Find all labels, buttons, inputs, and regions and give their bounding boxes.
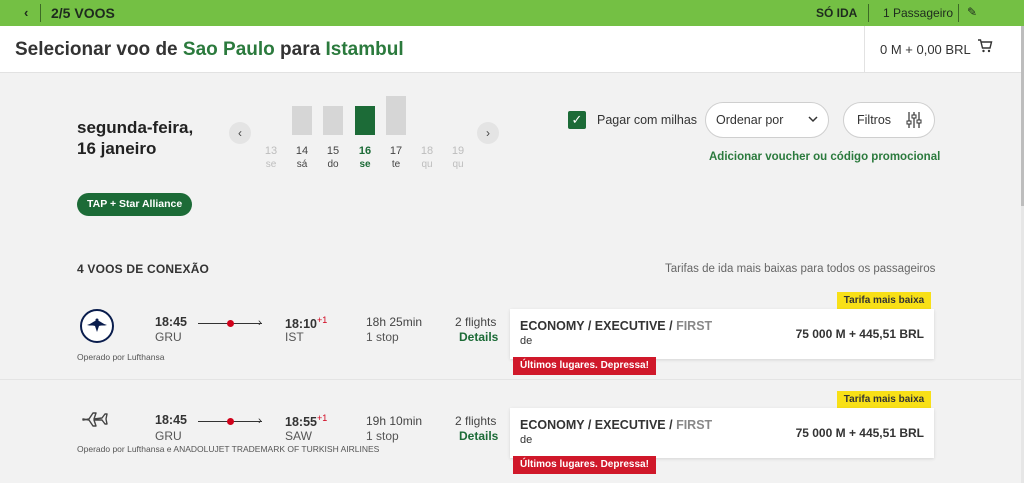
chevron-right-icon[interactable]: › bbox=[477, 122, 499, 144]
cart-summary[interactable]: 0 M + 0,00 BRL bbox=[864, 26, 1021, 73]
miles-checkbox[interactable]: ✓ bbox=[568, 111, 586, 129]
divider bbox=[40, 4, 41, 22]
details-link[interactable]: Details bbox=[459, 330, 498, 344]
duration: 19h 10min bbox=[366, 414, 423, 428]
day-15[interactable]: 15 do bbox=[318, 145, 348, 171]
chevron-down-icon bbox=[808, 103, 818, 150]
page-header: Selecionar voo de Sao Paulo para Istambu… bbox=[0, 26, 1021, 73]
origin-city: Sao Paulo bbox=[182, 39, 275, 60]
date-day: 16 janeiro bbox=[77, 139, 157, 158]
departure-time: 18:45 bbox=[155, 315, 187, 329]
departure-code: GRU bbox=[155, 429, 182, 443]
day-17[interactable]: 17 te bbox=[381, 145, 411, 171]
pencil-icon[interactable]: ✎ bbox=[967, 5, 977, 19]
flight-row[interactable]: Operado por Lufthansa e ANADOLUJET TRADE… bbox=[0, 382, 1021, 474]
operated-by: Operado por Lufthansa e ANADOLUJET TRADE… bbox=[77, 444, 380, 454]
flight-row[interactable]: Operado por Lufthansa 18:45 GRU › 18:10+… bbox=[0, 290, 1021, 380]
fare-price: 75 000 M + 445,51 BRL bbox=[795, 426, 924, 440]
last-seats-badge: Últimos lugares. Depressa! bbox=[513, 456, 656, 474]
airplane-icon bbox=[79, 400, 115, 436]
divider bbox=[958, 4, 959, 22]
promo-code-link[interactable]: Adicionar voucher ou código promocional bbox=[709, 151, 940, 163]
day-16[interactable]: 16 se bbox=[350, 145, 380, 171]
route-line: › bbox=[198, 317, 270, 330]
sliders-icon bbox=[906, 103, 922, 150]
lowest-fare-badge: Tarifa mais baixa bbox=[837, 391, 931, 408]
results-note: Tarifas de ida mais baixas para todos os… bbox=[665, 263, 936, 275]
cart-total: 0 M + 0,00 BRL bbox=[880, 42, 971, 57]
title-prefix: Selecionar voo de bbox=[15, 39, 183, 60]
duration: 18h 25min bbox=[366, 315, 423, 329]
cart-icon[interactable] bbox=[977, 38, 993, 59]
date-weekday: segunda-feira, bbox=[77, 118, 194, 137]
sort-dropdown[interactable]: Ordenar por bbox=[705, 102, 829, 138]
alliance-tag: TAP + Star Alliance bbox=[77, 193, 193, 216]
filters-button[interactable]: Filtros bbox=[843, 102, 935, 138]
fare-card[interactable]: ECONOMY / EXECUTIVE / FIRST de 75 000 M … bbox=[510, 408, 934, 458]
flights-count: 2 flights bbox=[455, 315, 497, 329]
arrival-code: IST bbox=[285, 330, 304, 344]
flights-count: 2 flights bbox=[455, 414, 497, 428]
fare-from: de bbox=[520, 335, 533, 347]
fare-from: de bbox=[520, 434, 533, 446]
day-13: 13 se bbox=[264, 145, 278, 170]
miles-label[interactable]: Pagar com milhas bbox=[597, 113, 697, 127]
day-18: 18 qu bbox=[420, 145, 434, 170]
top-bar: ‹ 2/5 VOOS SÓ IDA 1 Passageiro ✎ bbox=[0, 0, 1024, 26]
lowest-fare-badge: Tarifa mais baixa bbox=[837, 292, 931, 309]
fare-classes: ECONOMY / EXECUTIVE / FIRST bbox=[520, 319, 713, 333]
passengers-count[interactable]: 1 Passageiro bbox=[883, 6, 953, 20]
chevron-left-icon[interactable]: ‹ bbox=[24, 5, 28, 20]
filters-label: Filtros bbox=[857, 113, 892, 127]
fare-classes: ECONOMY / EXECUTIVE / FIRST bbox=[520, 418, 713, 432]
destination-city: Istambul bbox=[325, 39, 404, 60]
results-title: 4 VOOS DE CONEXÃO bbox=[77, 262, 210, 276]
arrival-time: 18:10+1 bbox=[285, 315, 328, 332]
page-title: Selecionar voo de Sao Paulo para Istambu… bbox=[15, 39, 404, 61]
details-link[interactable]: Details bbox=[459, 429, 498, 443]
stop-dot bbox=[227, 418, 234, 425]
price-bar-17[interactable] bbox=[386, 96, 406, 135]
operated-by: Operado por Lufthansa bbox=[77, 352, 165, 362]
sort-label: Ordenar por bbox=[716, 113, 784, 127]
arrival-code: SAW bbox=[285, 429, 312, 443]
departure-time: 18:45 bbox=[155, 413, 187, 427]
day-offset: +1 bbox=[316, 315, 328, 325]
title-mid: para bbox=[274, 39, 326, 60]
arrival-time: 18:55+1 bbox=[285, 413, 328, 430]
stops: 1 stop bbox=[366, 429, 399, 443]
route-line: › bbox=[198, 415, 270, 428]
chevron-left-icon[interactable]: ‹ bbox=[229, 122, 251, 144]
price-bar-15[interactable] bbox=[323, 106, 343, 135]
trip-type[interactable]: SÓ IDA bbox=[816, 6, 857, 20]
selected-date: segunda-feira, 16 janeiro bbox=[77, 117, 193, 159]
arrow-right-icon: › bbox=[258, 415, 262, 427]
day-offset: +1 bbox=[316, 413, 328, 423]
fare-price: 75 000 M + 445,51 BRL bbox=[795, 327, 924, 341]
last-seats-badge: Últimos lugares. Depressa! bbox=[513, 357, 656, 375]
day-14[interactable]: 14 sá bbox=[287, 145, 317, 171]
price-bar-14[interactable] bbox=[292, 106, 312, 135]
arrow-right-icon: › bbox=[258, 317, 262, 329]
price-bar-16[interactable] bbox=[355, 106, 375, 135]
day-19: 19 qu bbox=[451, 145, 465, 170]
lufthansa-logo-icon bbox=[79, 308, 115, 344]
fare-card[interactable]: ECONOMY / EXECUTIVE / FIRST de 75 000 M … bbox=[510, 309, 934, 359]
step-indicator: 2/5 VOOS bbox=[51, 5, 115, 21]
stops: 1 stop bbox=[366, 330, 399, 344]
stop-dot bbox=[227, 320, 234, 327]
divider bbox=[868, 4, 869, 22]
departure-code: GRU bbox=[155, 330, 182, 344]
